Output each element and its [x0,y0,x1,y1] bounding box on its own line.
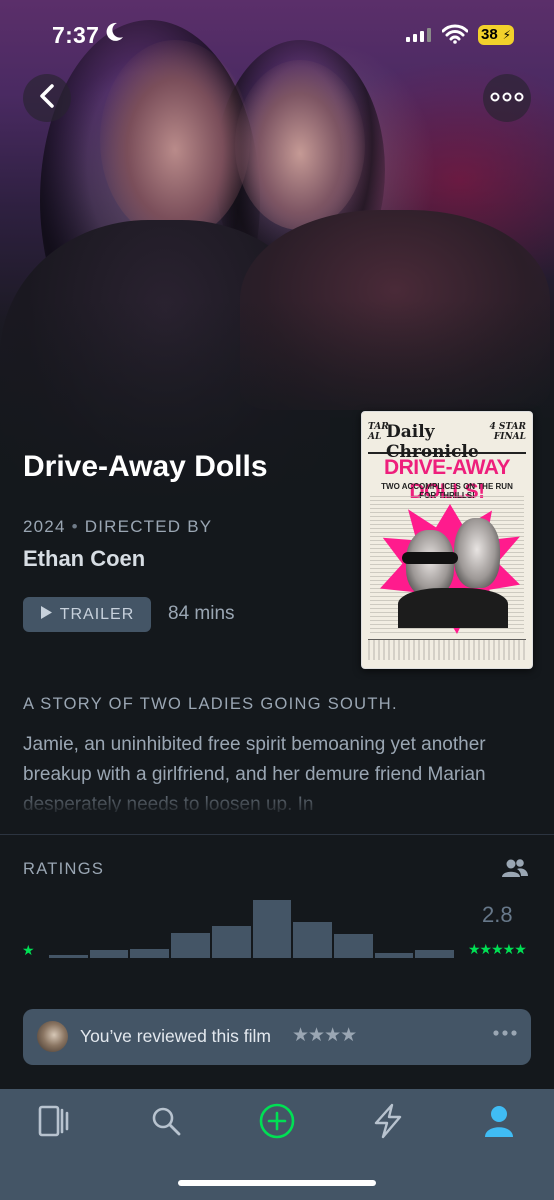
search-icon [150,1105,182,1142]
film-year[interactable]: 2024 [23,517,66,536]
review-status-text: You’ve reviewed this film [80,1026,271,1046]
chevron-left-icon [38,83,56,114]
tab-activity[interactable] [368,1103,408,1144]
section-divider [0,834,554,835]
your-review-bar[interactable]: You’ve reviewed this film ★★★★ [23,1009,531,1065]
battery-indicator: 38 ⚡ [478,25,514,45]
more-horizontal-icon [490,89,524,107]
tab-films[interactable] [35,1105,75,1141]
moon-icon [106,22,124,47]
histogram-bar[interactable] [171,933,210,958]
separator-dot: • [71,517,79,536]
film-meta: 2024 • DIRECTED BY [23,517,212,537]
back-button[interactable] [23,74,71,122]
film-synopsis[interactable]: Jamie, an uninhibited free spirit bemoan… [23,730,523,812]
play-icon [40,605,52,624]
histogram-bar[interactable] [333,934,373,958]
poster-sunglasses [402,552,458,564]
tab-search[interactable] [146,1105,186,1141]
cellular-signal-icon [406,28,432,47]
poster-right-corner: 4 STAR FINAL [489,422,526,442]
film-poster[interactable]: TAR AL Daily Chronicle 4 STAR FINAL DRIV… [361,411,533,669]
status-bar: 7:37 38 ⚡ [0,0,554,70]
status-time: 7:37 [52,22,100,48]
tab-profile[interactable] [479,1105,519,1141]
films-icon [38,1104,72,1143]
add-icon [258,1102,296,1145]
poster-masthead: TAR AL Daily Chronicle 4 STAR FINAL [368,420,526,462]
users-icon[interactable] [502,858,528,883]
average-rating: 2.8 [482,902,513,927]
max-rating-stars-icon: ★★★★★ [468,941,527,957]
more-horizontal-icon[interactable] [493,1024,517,1042]
histogram-bar[interactable] [374,953,414,958]
battery-level: 38 [481,26,498,43]
histogram-bar[interactable] [211,926,251,958]
histogram-bar[interactable] [49,955,88,958]
activity-icon [372,1103,404,1144]
profile-icon [483,1104,515,1143]
min-rating-star-icon: ★ [22,942,35,958]
charging-bolt-icon: ⚡ [502,28,511,42]
avatar [37,1021,68,1052]
trailer-label: TRAILER [59,605,135,623]
review-stars: ★★★★ [292,1025,357,1046]
histogram-bar[interactable] [293,922,332,958]
histogram-bar[interactable] [252,900,292,958]
film-tagline: A STORY OF TWO LADIES GOING SOUTH. [23,695,398,713]
director-name[interactable]: Ethan Coen [23,546,145,572]
ratings-histogram[interactable] [49,898,455,958]
more-options-button[interactable] [483,74,531,122]
ratings-heading: RATINGS [23,860,105,878]
film-title: Drive-Away Dolls [23,450,268,483]
histogram-bar[interactable] [130,949,170,958]
home-indicator [178,1180,376,1186]
wifi-icon [441,24,469,49]
trailer-button[interactable]: TRAILER [23,597,151,632]
histogram-bar[interactable] [89,950,129,958]
poster-figures [398,588,508,628]
histogram-bar[interactable] [415,950,455,958]
film-runtime: 84 mins [168,603,235,624]
tab-add[interactable] [257,1103,297,1141]
directed-by-label: DIRECTED BY [84,517,213,536]
poster-face-right [454,518,500,588]
poster-credits [368,639,526,660]
